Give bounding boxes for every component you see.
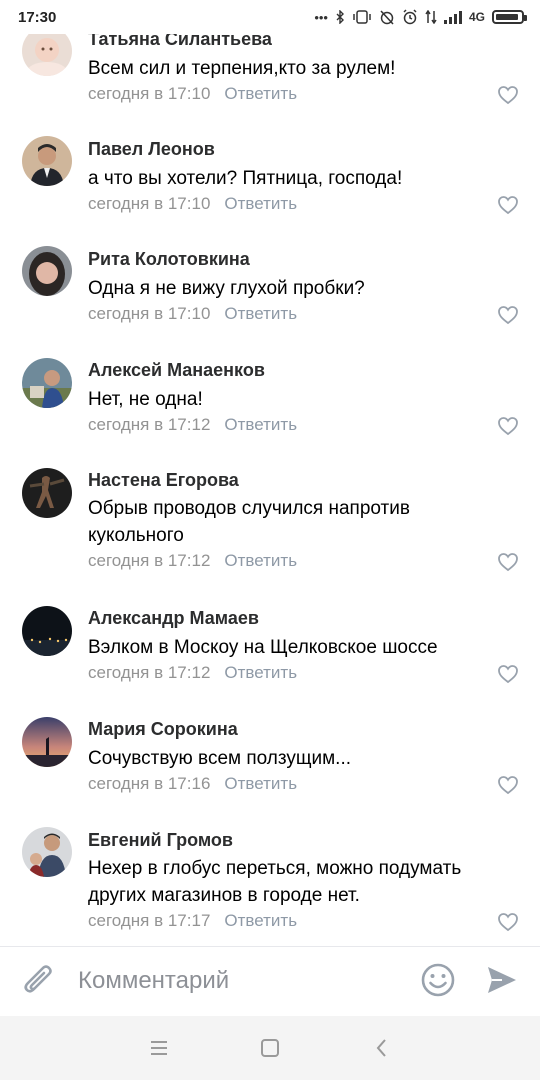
comment-meta: сегодня в 17:12 Ответить	[88, 663, 297, 683]
comment-text: Всем сил и терпения,кто за рулем!	[88, 58, 396, 79]
network-type: 4G	[468, 10, 485, 24]
comment-input[interactable]	[78, 960, 398, 1002]
comment-time: сегодня в 17:12	[88, 663, 211, 682]
comment-author[interactable]: Александр Мамаев	[88, 608, 259, 629]
back-chevron-icon[interactable]	[370, 1036, 394, 1060]
comment-meta: сегодня в 17:12 Ответить	[88, 551, 297, 571]
comment-meta: сегодня в 17:16 Ответить	[88, 774, 297, 794]
avatar[interactable]	[22, 717, 72, 767]
heart-icon[interactable]	[497, 912, 519, 932]
reply-link[interactable]: Ответить	[224, 774, 297, 793]
avatar[interactable]	[22, 827, 72, 877]
comment-author[interactable]: Евгений Громов	[88, 830, 233, 851]
heart-icon[interactable]	[497, 664, 519, 684]
status-icons: ••• 4G	[314, 0, 527, 34]
reply-link[interactable]: Ответить	[224, 304, 297, 323]
comment-text: Обрыв проводов случился напротив кукольн…	[88, 498, 410, 546]
reply-link[interactable]: Ответить	[224, 415, 297, 434]
avatar[interactable]	[22, 606, 72, 656]
avatar[interactable]	[22, 34, 72, 76]
comment-text: Вэлком в Москоу на Щелковское шоссе	[88, 637, 438, 658]
avatar[interactable]	[22, 246, 72, 296]
status-time: 17:30	[18, 8, 57, 26]
alarm-icon	[403, 9, 417, 25]
comment-meta: сегодня в 17:10 Ответить	[88, 84, 297, 104]
comment-author[interactable]: Павел Леонов	[88, 139, 215, 160]
send-icon[interactable]	[486, 964, 518, 996]
reply-link[interactable]: Ответить	[224, 84, 297, 103]
battery-icon	[492, 10, 527, 24]
comment-text: Нет, не одна!	[88, 389, 203, 410]
comment-meta: сегодня в 17:12 Ответить	[88, 415, 297, 435]
comment-time: сегодня в 17:10	[88, 304, 211, 323]
heart-icon[interactable]	[497, 416, 519, 436]
vibrate-icon	[353, 10, 371, 24]
menu-icon[interactable]	[147, 1036, 171, 1060]
more-dots-icon: •••	[314, 9, 328, 25]
heart-icon[interactable]	[497, 85, 519, 105]
comment-time: сегодня в 17:10	[88, 84, 211, 103]
reply-link[interactable]: Ответить	[224, 194, 297, 213]
comment-meta: сегодня в 17:10 Ответить	[88, 304, 297, 324]
heart-icon[interactable]	[497, 195, 519, 215]
comments-list[interactable]: Татьяна Силантьева Всем сил и терпения,к…	[0, 34, 540, 946]
bluetooth-icon	[336, 10, 344, 24]
smiley-icon[interactable]	[420, 962, 456, 998]
status-bar: 17:30 ••• 4G	[0, 0, 540, 34]
heart-icon[interactable]	[497, 552, 519, 572]
alarm-off-icon	[380, 10, 394, 25]
heart-icon[interactable]	[497, 305, 519, 325]
home-square-icon[interactable]	[258, 1036, 282, 1060]
system-nav-bar	[0, 1016, 540, 1080]
comment-time: сегодня в 17:17	[88, 911, 211, 930]
comment-author[interactable]: Татьяна Силантьева	[88, 34, 272, 50]
comment-time: сегодня в 17:16	[88, 774, 211, 793]
comment-time: сегодня в 17:12	[88, 551, 211, 570]
avatar[interactable]	[22, 136, 72, 186]
reply-link[interactable]: Ответить	[224, 911, 297, 930]
reply-link[interactable]: Ответить	[224, 663, 297, 682]
comment-text: Нехер в глобус переться, можно подумать …	[88, 858, 462, 906]
comment-meta: сегодня в 17:17 Ответить	[88, 911, 297, 931]
comment-composer	[0, 946, 540, 1016]
comment-author[interactable]: Настена Егорова	[88, 470, 239, 491]
avatar[interactable]	[22, 358, 72, 408]
paperclip-icon[interactable]	[22, 963, 56, 999]
comment-text: Сочувствую всем ползущим...	[88, 748, 352, 769]
comment-author[interactable]: Мария Сорокина	[88, 719, 238, 740]
comment-meta: сегодня в 17:10 Ответить	[88, 194, 297, 214]
reply-link[interactable]: Ответить	[224, 551, 297, 570]
comment-text: Одна я не вижу глухой пробки?	[88, 278, 365, 299]
comment-text: а что вы хотели? Пятница, господа!	[88, 168, 403, 189]
data-arrows-icon	[425, 10, 437, 24]
heart-icon[interactable]	[497, 775, 519, 795]
comment-time: сегодня в 17:12	[88, 415, 211, 434]
signal-icon	[443, 10, 462, 24]
comment-time: сегодня в 17:10	[88, 194, 211, 213]
comment-author[interactable]: Алексей Манаенков	[88, 360, 265, 381]
comment-author[interactable]: Рита Колотовкина	[88, 249, 250, 270]
avatar[interactable]	[22, 468, 72, 518]
